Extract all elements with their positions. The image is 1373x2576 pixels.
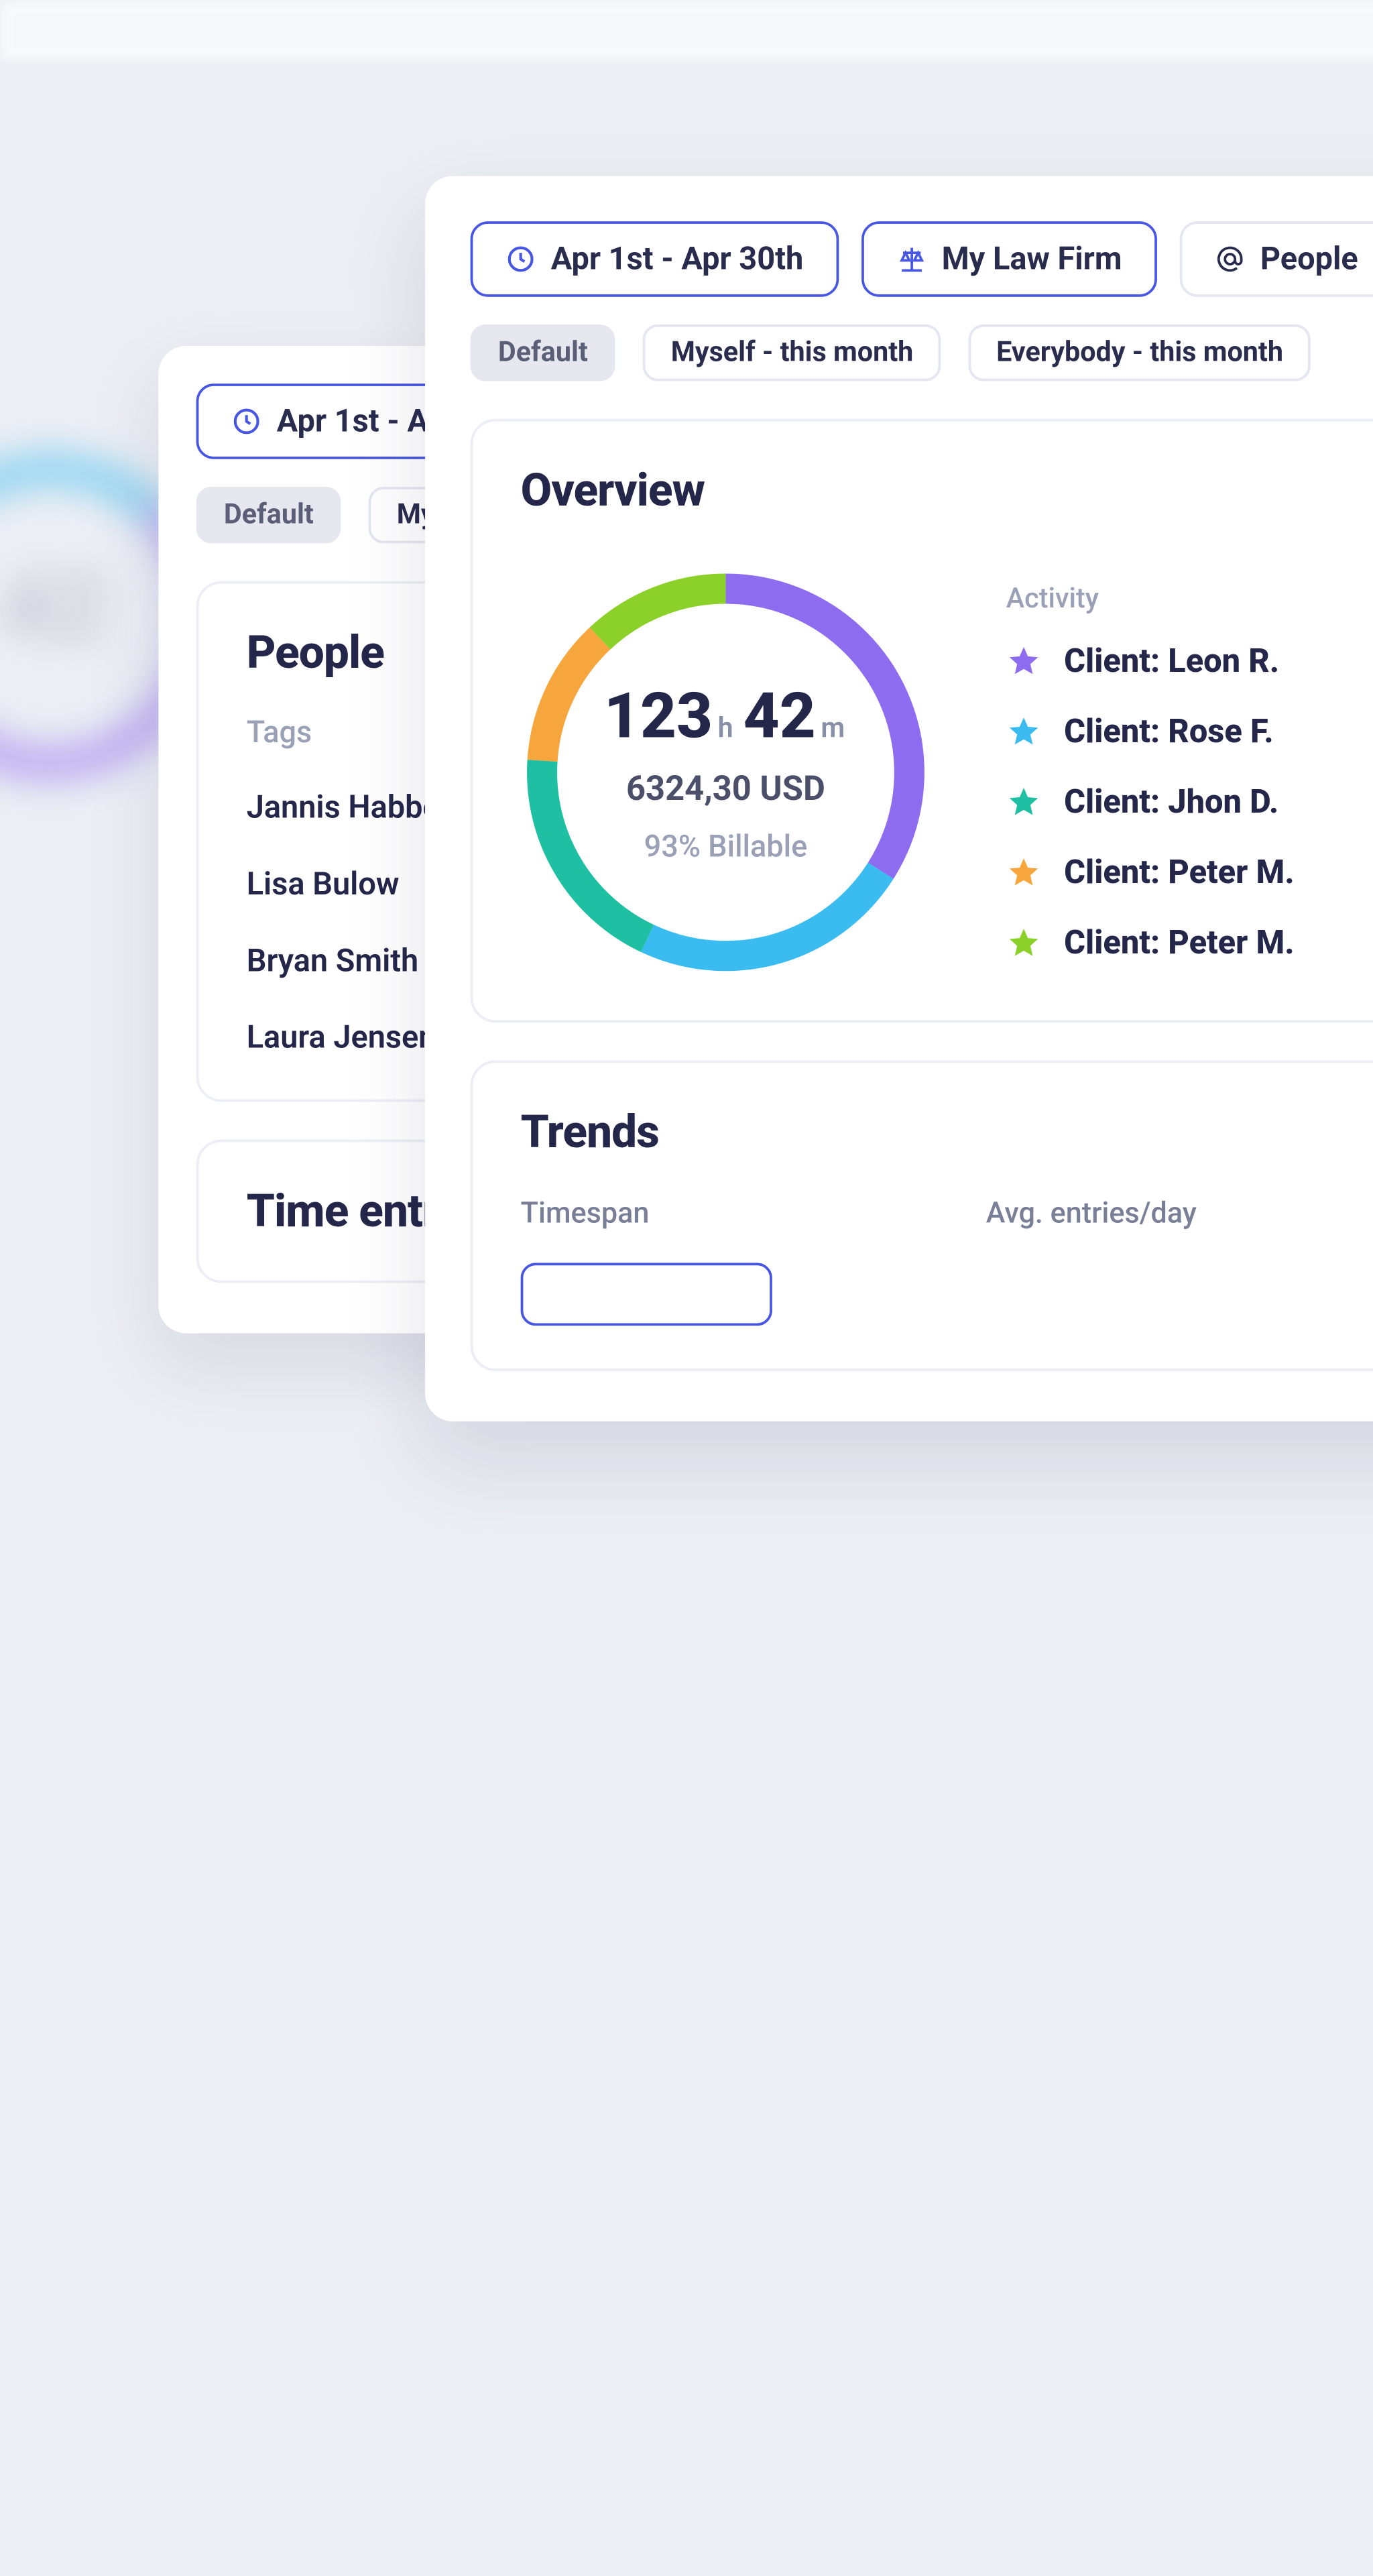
legend-item-label: Client: Peter M. bbox=[1064, 924, 1295, 961]
overview-legend: Activity Client: Leon R. Client: Rose F. C… bbox=[1006, 583, 1373, 962]
date-range-label: Apr 1st - Apr 30th bbox=[551, 241, 804, 277]
clock-icon bbox=[505, 244, 536, 274]
star-icon bbox=[1006, 714, 1042, 750]
legend-title: Activity bbox=[1006, 583, 1373, 615]
preset-everybody[interactable]: Everybody - this month bbox=[969, 325, 1311, 381]
clock-icon bbox=[231, 406, 261, 436]
people-chip[interactable]: People bbox=[1180, 221, 1373, 297]
preset-default[interactable]: Default bbox=[471, 325, 616, 381]
star-icon bbox=[1006, 784, 1042, 820]
legend-item-label: Client: Leon R. bbox=[1064, 642, 1279, 680]
people-chip-label: People bbox=[1260, 241, 1358, 277]
preset-row: Default Myself - this month Everybody - … bbox=[471, 325, 1373, 381]
donut-hours-unit: h bbox=[718, 713, 733, 745]
donut-amount: 6324,30 USD bbox=[626, 768, 825, 809]
date-range-chip[interactable]: Apr 1st - Apr 30th bbox=[471, 221, 839, 297]
preset-default-back[interactable]: Default bbox=[196, 487, 342, 543]
trend-col-avg-entries: Avg. entries/day bbox=[986, 1196, 1197, 1230]
timespan-select[interactable] bbox=[521, 1263, 772, 1326]
donut-time: 123 h 42 m bbox=[604, 681, 847, 754]
preset-myself[interactable]: Myself - this month bbox=[643, 325, 941, 381]
overview-panel: Overview 123 h 42 m 6324,30 USD 93% Bill… bbox=[471, 419, 1373, 1022]
legend-item[interactable]: Client: Peter M. bbox=[1006, 924, 1373, 961]
trends-title: Trends bbox=[521, 1106, 1373, 1159]
legend-item-label: Client: Peter M. bbox=[1064, 854, 1295, 891]
donut-minutes: 42 bbox=[743, 681, 816, 754]
legend-item[interactable]: Client: Peter M. bbox=[1006, 854, 1373, 891]
overview-donut: 123 h 42 m 6324,30 USD 93% Billable bbox=[521, 567, 931, 978]
trends-panel: Trends Timespan Avg. entries/day Avg bbox=[471, 1060, 1373, 1370]
trend-col-timespan: Timespan bbox=[521, 1196, 772, 1230]
filter-chip-row: Apr 1st - Apr 30th My Law Firm People # bbox=[471, 221, 1373, 297]
donut-minutes-unit: m bbox=[821, 713, 845, 745]
legend-item[interactable]: Client: Jhon D. bbox=[1006, 783, 1373, 821]
legend-item[interactable]: Client: Rose F. bbox=[1006, 713, 1373, 750]
legend-item-label: Client: Rose F. bbox=[1064, 713, 1274, 750]
legend-item[interactable]: Client: Leon R. bbox=[1006, 642, 1373, 680]
donut-hours: 123 bbox=[604, 681, 713, 754]
scales-icon bbox=[896, 244, 927, 274]
legend-item-label: Client: Jhon D. bbox=[1064, 783, 1278, 821]
star-icon bbox=[1006, 855, 1042, 890]
at-icon bbox=[1215, 244, 1245, 274]
star-icon bbox=[1006, 644, 1042, 679]
firm-label: My Law Firm bbox=[942, 241, 1122, 277]
overview-title: Overview bbox=[521, 464, 1373, 517]
donut-billable: 93% Billable bbox=[644, 829, 808, 864]
front-card: Apr 1st - Apr 30th My Law Firm People # … bbox=[425, 176, 1373, 1421]
firm-chip[interactable]: My Law Firm bbox=[861, 221, 1157, 297]
star-icon bbox=[1006, 925, 1042, 961]
